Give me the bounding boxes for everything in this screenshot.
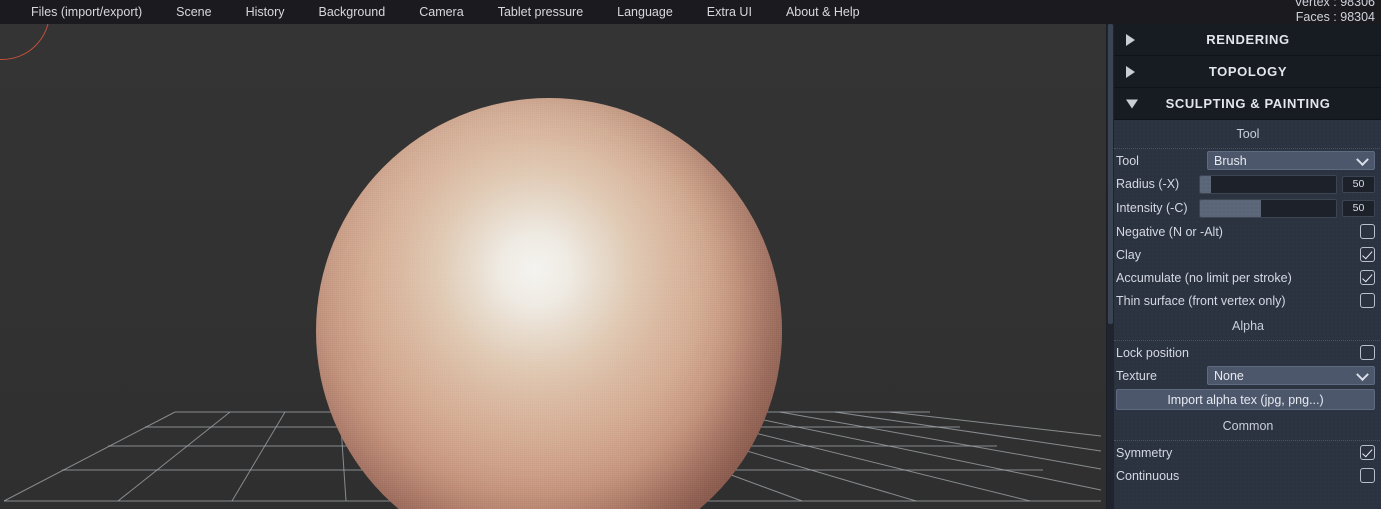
row-tool: Tool Brush [1114,149,1381,172]
texture-dropdown-value: None [1214,368,1244,383]
chevron-down-icon [1356,367,1369,381]
menu-background[interactable]: Background [302,0,403,24]
negative-label: Negative (N or -Alt) [1116,224,1223,239]
thin-surface-label: Thin surface (front vertex only) [1116,293,1286,308]
checkbox-negative[interactable] [1360,224,1375,239]
accordion-rendering-label: RENDERING [1206,32,1290,47]
row-texture: Texture None [1114,364,1381,387]
radius-slider-fill [1200,175,1211,193]
accumulate-label: Accumulate (no limit per stroke) [1116,270,1292,285]
texture-dropdown[interactable]: None [1207,366,1375,385]
accordion-topology-label: TOPOLOGY [1208,64,1288,79]
tool-settings-panel: RENDERING TOPOLOGY SCULPTING & PAINTING … [1106,24,1381,509]
intensity-slider-fill [1200,199,1262,217]
row-symmetry: Symmetry [1114,441,1381,464]
row-clay: Clay [1114,243,1381,266]
symmetry-label: Symmetry [1116,445,1173,460]
checkbox-accumulate[interactable] [1360,270,1375,285]
clay-label: Clay [1116,247,1142,262]
radius-slider[interactable] [1199,174,1337,194]
subsection-tool-header: Tool [1114,120,1381,149]
tool-dropdown[interactable]: Brush [1207,151,1375,170]
row-negative: Negative (N or -Alt) [1114,220,1381,243]
tool-dropdown-value: Brush [1214,153,1247,168]
faces-count: Faces : 98304 [1295,10,1375,24]
intensity-value-field[interactable]: 50 [1342,199,1375,217]
menu-scene[interactable]: Scene [159,0,228,24]
chevron-right-icon [1126,65,1135,78]
subsection-common-header: Common [1114,412,1381,441]
import-alpha-texture-button[interactable]: Import alpha tex (jpg, png...) [1116,389,1375,410]
intensity-label: Intensity (-C) [1116,201,1188,215]
menu-bar: Files (import/export) Scene History Back… [0,0,1381,24]
row-radius: Radius (-X) 50 [1114,172,1381,196]
intensity-slider[interactable] [1199,198,1337,218]
row-accumulate: Accumulate (no limit per stroke) [1114,266,1381,289]
menu-about-help[interactable]: About & Help [769,0,877,24]
mesh-statistics: Vertex : 98306 Faces : 98304 [1294,0,1375,25]
checkbox-continuous[interactable] [1360,468,1375,483]
chevron-down-icon [1126,99,1138,108]
accordion-rendering[interactable]: RENDERING [1114,24,1381,56]
menu-language[interactable]: Language [600,0,690,24]
panel-scrollbar-thumb[interactable] [1108,24,1113,324]
accordion-topology[interactable]: TOPOLOGY [1114,56,1381,88]
checkbox-thin-surface[interactable] [1360,293,1375,308]
row-lock-position: Lock position [1114,341,1381,364]
menu-history[interactable]: History [229,0,302,24]
panel-scrollbar[interactable] [1107,24,1114,509]
accordion-sculpting-painting-label: SCULPTING & PAINTING [1165,96,1331,111]
radius-value-field[interactable]: 50 [1342,175,1375,193]
subsection-alpha-header: Alpha [1114,312,1381,341]
vertex-count: Vertex : 98306 [1294,0,1375,9]
texture-label: Texture [1116,368,1157,383]
menu-extra-ui[interactable]: Extra UI [690,0,769,24]
checkbox-lock-position[interactable] [1360,345,1375,360]
lock-position-label: Lock position [1116,345,1189,360]
checkbox-symmetry[interactable] [1360,445,1375,460]
radius-label: Radius (-X) [1116,177,1180,191]
sculpt-application-window: Files (import/export) Scene History Back… [0,0,1381,509]
chevron-right-icon [1126,33,1135,46]
chevron-down-icon [1356,152,1369,166]
row-continuous: Continuous [1114,464,1381,487]
continuous-label: Continuous [1116,468,1180,483]
accordion-sculpting-painting[interactable]: SCULPTING & PAINTING [1114,88,1381,120]
checkbox-clay[interactable] [1360,247,1375,262]
tool-label: Tool [1116,153,1139,168]
3d-viewport[interactable] [0,0,1106,509]
row-intensity: Intensity (-C) 50 [1114,196,1381,220]
menu-tablet-pressure[interactable]: Tablet pressure [481,0,600,24]
menu-camera[interactable]: Camera [402,0,480,24]
row-thin-surface: Thin surface (front vertex only) [1114,289,1381,312]
menu-files[interactable]: Files (import/export) [14,0,159,24]
